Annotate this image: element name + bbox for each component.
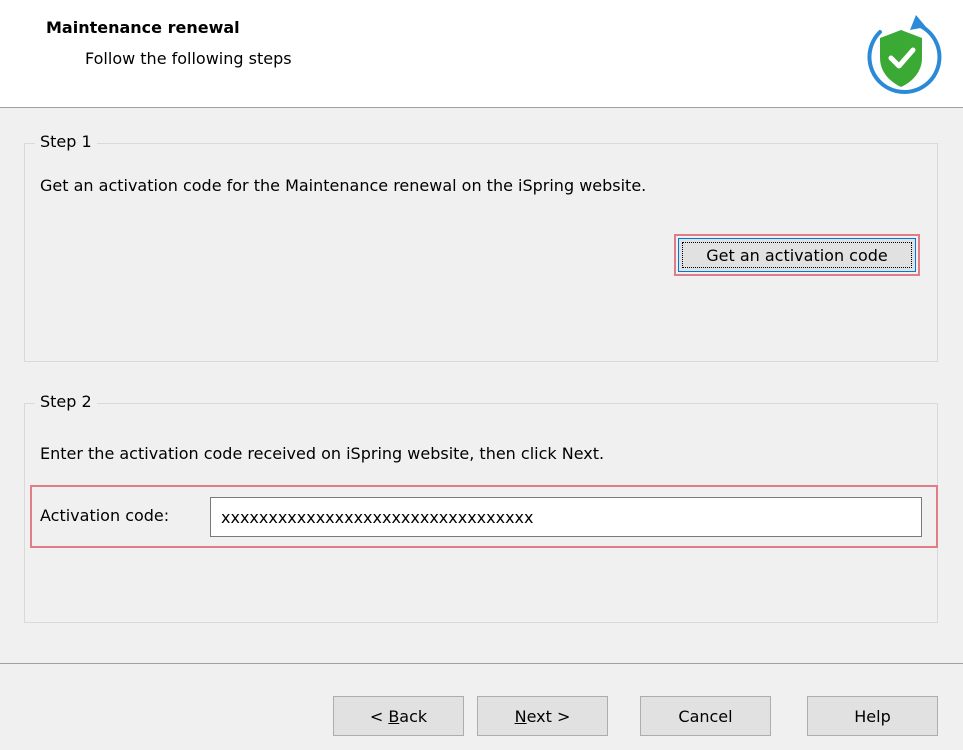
step1-legend: Step 1 bbox=[35, 132, 97, 151]
step1-description: Get an activation code for the Maintenan… bbox=[40, 176, 647, 195]
activation-code-input[interactable] bbox=[210, 497, 922, 537]
cancel-button[interactable]: Cancel bbox=[640, 696, 771, 736]
help-button[interactable]: Help bbox=[807, 696, 938, 736]
activation-code-label: Activation code: bbox=[40, 506, 170, 525]
help-button-label: Help bbox=[854, 706, 891, 726]
back-button[interactable]: < Back bbox=[333, 696, 464, 736]
step2-description: Enter the activation code received on iS… bbox=[40, 444, 605, 463]
back-button-accelerator: B bbox=[388, 706, 400, 726]
back-button-label: ack bbox=[399, 706, 428, 726]
header-subtitle: Follow the following steps bbox=[85, 49, 292, 68]
header-title: Maintenance renewal bbox=[46, 18, 240, 37]
next-button-label: ext > bbox=[526, 706, 571, 726]
step2-legend: Step 2 bbox=[35, 392, 97, 411]
back-button-prefix: < bbox=[369, 706, 389, 726]
get-activation-code-button[interactable]: Get an activation code bbox=[678, 238, 916, 272]
footer-separator bbox=[0, 663, 963, 664]
next-button[interactable]: Next > bbox=[477, 696, 608, 736]
shield-check-refresh-icon bbox=[860, 12, 942, 98]
cancel-button-label: Cancel bbox=[678, 706, 733, 726]
wizard-header: Maintenance renewal Follow the following… bbox=[0, 0, 963, 108]
get-activation-code-button-label: Get an activation code bbox=[706, 245, 888, 265]
next-button-accelerator: N bbox=[514, 706, 527, 726]
